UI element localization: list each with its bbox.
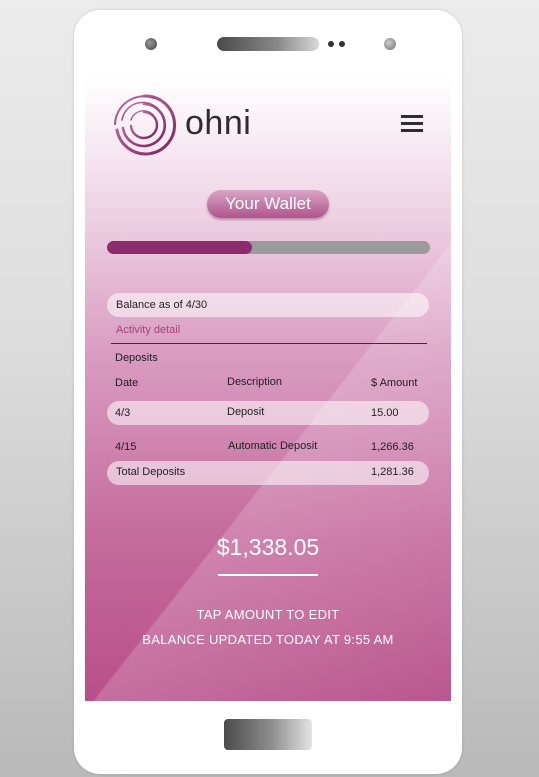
section-divider <box>111 343 427 344</box>
light-sensor <box>339 41 345 47</box>
column-header-date: Date <box>115 377 139 389</box>
row-description: Deposit <box>227 406 265 418</box>
home-button[interactable] <box>224 719 312 750</box>
row-date: 4/3 <box>115 407 131 419</box>
phone-screen: ohni Your Wallet Balance as of 4/30 Acti… <box>85 76 451 701</box>
activity-detail-link[interactable]: Activity detail <box>116 324 180 336</box>
balance-amount[interactable]: $1,338.05 <box>85 534 451 561</box>
column-header-description: Description <box>227 376 283 388</box>
swirl-logo-icon <box>114 94 177 156</box>
balance-updated-text: BALANCE UPDATED TODAY AT 9:55 AM <box>142 632 394 647</box>
row-date: 4/15 <box>115 441 137 453</box>
hamburger-menu-icon[interactable] <box>401 114 425 134</box>
earpiece-speaker <box>217 37 319 51</box>
brand-name: ohni <box>185 104 252 142</box>
row-description: Automatic Deposit <box>228 440 318 452</box>
total-deposits-label: Total Deposits <box>116 466 186 478</box>
wallet-progress-bar <box>107 241 430 254</box>
menu-bar <box>401 115 423 118</box>
total-deposits-amount: 1,281.36 <box>371 466 414 478</box>
front-camera <box>145 38 157 50</box>
row-amount: 1,266.36 <box>371 441 414 453</box>
row-amount: 15.00 <box>371 407 399 419</box>
edit-hint: TAP AMOUNT TO EDIT <box>196 607 340 622</box>
menu-bar <box>401 129 423 132</box>
your-wallet-button[interactable]: Your Wallet <box>207 190 329 218</box>
column-header-amount: $ Amount <box>371 377 418 389</box>
deposits-section-title: Deposits <box>115 352 158 364</box>
proximity-sensor <box>328 41 334 47</box>
rear-lens <box>384 38 396 50</box>
balance-date-label: Balance as of 4/30 <box>116 299 208 311</box>
wallet-progress-fill <box>107 241 253 254</box>
balance-underline <box>218 574 318 576</box>
menu-bar <box>401 122 423 125</box>
